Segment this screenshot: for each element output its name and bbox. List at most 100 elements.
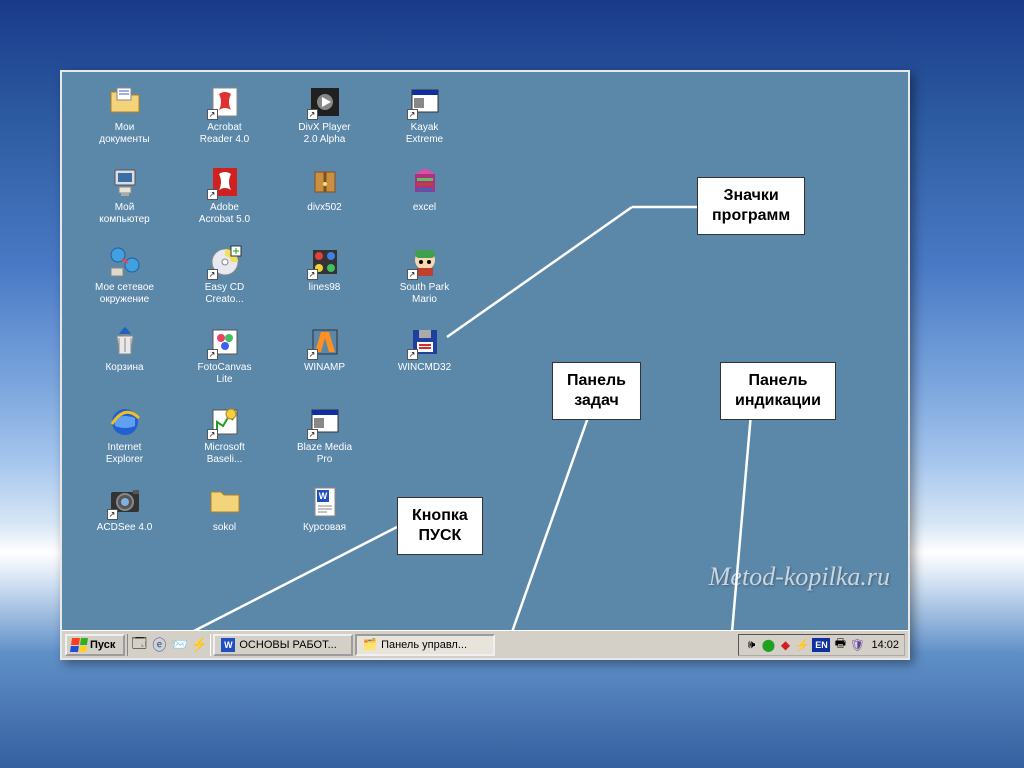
app-window-icon: ↗: [307, 404, 343, 440]
icon-label: excel: [413, 202, 436, 214]
icon-label: Корзина: [105, 362, 143, 374]
my-computer-icon: [107, 164, 143, 200]
icon-label: sokol: [213, 522, 236, 534]
desktop-icon-Easy CD[interactable]: ↗Easy CD Creato...: [177, 244, 272, 322]
shortcut-arrow-icon: ↗: [207, 429, 218, 440]
taskbar-task-2[interactable]: 🗂️ Панель управл...: [355, 634, 495, 656]
icon-label: divx502: [307, 202, 341, 214]
taskbar-task-1[interactable]: W ОСНОВЫ РАБОТ...: [213, 634, 353, 656]
desktop-area[interactable]: Мои документы ↗Acrobat Reader 4.0↗DivX Pl…: [62, 72, 908, 630]
baseline-icon: ↗: [207, 404, 243, 440]
tray-icon-2[interactable]: ⬤: [761, 638, 775, 652]
tray-icon-4[interactable]: ⚡: [795, 638, 809, 652]
divx-player-icon: ↗: [307, 84, 343, 120]
task-label: ОСНОВЫ РАБОТ...: [239, 639, 336, 651]
ie-quick-icon[interactable]: ⓔ: [151, 637, 167, 653]
desktop-icon-Мой[interactable]: Мой компьютер: [77, 164, 172, 242]
desktop-icon-Курсовая[interactable]: W Курсовая: [277, 484, 372, 562]
network-icon: [107, 244, 143, 280]
desktop-icon-Adobe[interactable]: ↗ Adobe Acrobat 5.0: [177, 164, 272, 242]
callout-programs: Значки программ: [697, 177, 805, 235]
desktop-icon-divx502[interactable]: divx502: [277, 164, 372, 242]
show-desktop-icon[interactable]: 🗔: [131, 637, 147, 653]
shortcut-arrow-icon: ↗: [307, 429, 318, 440]
desktop-icon-Acrobat[interactable]: ↗Acrobat Reader 4.0: [177, 84, 272, 162]
recycle-icon: [107, 324, 143, 360]
desktop-icon-excel[interactable]: excel: [377, 164, 472, 242]
callout-tray: Панель индикации: [720, 362, 836, 420]
desktop-icon-Microsoft[interactable]: ↗ Microsoft Baseli...: [177, 404, 272, 482]
tray-icon-3[interactable]: ◆: [778, 638, 792, 652]
icon-label: Мое сетевое окружение: [95, 282, 154, 306]
icon-label: Мой компьютер: [99, 202, 149, 226]
clock[interactable]: 14:02: [871, 639, 899, 651]
acrobat-icon: ↗: [207, 84, 243, 120]
shortcut-arrow-icon: ↗: [407, 109, 418, 120]
desktop-icon-WINAMP[interactable]: ↗ WINAMP: [277, 324, 372, 402]
shortcut-arrow-icon: ↗: [207, 189, 218, 200]
desktop-icon-lines98[interactable]: ↗ lines98: [277, 244, 372, 322]
watermark-text: Metod-kopilka.ru: [709, 562, 890, 592]
icon-label: Microsoft Baseli...: [204, 442, 245, 466]
shortcut-arrow-icon: ↗: [307, 349, 318, 360]
folder-icon: [207, 484, 243, 520]
callout-start: Кнопка ПУСК: [397, 497, 483, 555]
icon-label: WINCMD32: [398, 362, 451, 374]
icon-label: Курсовая: [303, 522, 346, 534]
shortcut-arrow-icon: ↗: [207, 109, 218, 120]
icon-label: WINAMP: [304, 362, 345, 374]
shortcut-arrow-icon: ↗: [407, 269, 418, 280]
quick-launch: 🗔 ⓔ 📨 ⚡: [127, 634, 211, 656]
control-panel-icon: 🗂️: [363, 638, 377, 651]
desktop-icon-ACDSee 4.0[interactable]: ↗ACDSee 4.0: [77, 484, 172, 562]
desktop-icon-Kayak[interactable]: ↗Kayak Extreme: [377, 84, 472, 162]
desktop-icon-WINCMD32[interactable]: ↗ WINCMD32: [377, 324, 472, 402]
icon-label: Blaze Media Pro: [297, 442, 352, 466]
callout-taskbar: Панель задач: [552, 362, 641, 420]
word-doc-icon: W: [307, 484, 343, 520]
shortcut-arrow-icon: ↗: [207, 269, 218, 280]
desktop-icon-South Park[interactable]: ↗South Park Mario: [377, 244, 472, 322]
lines-icon: ↗: [307, 244, 343, 280]
word-icon: W: [221, 638, 235, 652]
desktop-icon-Мои[interactable]: Мои документы: [77, 84, 172, 162]
start-button[interactable]: Пуск: [65, 634, 125, 656]
windows-flag-icon: [70, 638, 88, 652]
desktop-icon-Корзина[interactable]: Корзина: [77, 324, 172, 402]
icon-label: FotoCanvas Lite: [198, 362, 252, 386]
task-label: Панель управл...: [381, 639, 467, 651]
floppy-icon: ↗: [407, 324, 443, 360]
taskbar: Пуск 🗔 ⓔ 📨 ⚡ W ОСНОВЫ РАБОТ... 🗂️ Панель…: [62, 630, 908, 658]
desktop-icon-Blaze Media[interactable]: ↗ Blaze Media Pro: [277, 404, 372, 482]
icon-label: lines98: [309, 282, 341, 294]
ie-icon: [107, 404, 143, 440]
shortcut-arrow-icon: ↗: [307, 109, 318, 120]
icon-label: Мои документы: [99, 122, 150, 146]
winamp-quick-icon[interactable]: ⚡: [191, 637, 207, 653]
fotocanvas-icon: ↗: [207, 324, 243, 360]
desktop-icon-Мое сетевое[interactable]: Мое сетевое окружение: [77, 244, 172, 322]
language-indicator[interactable]: EN: [812, 638, 830, 652]
outlook-quick-icon[interactable]: 📨: [171, 637, 187, 653]
tray-icon-1[interactable]: 🕪: [744, 638, 758, 652]
shortcut-arrow-icon: ↗: [307, 269, 318, 280]
desktop-icon-Internet[interactable]: Internet Explorer: [77, 404, 172, 482]
desktop-icon-FotoCanvas[interactable]: ↗ FotoCanvas Lite: [177, 324, 272, 402]
start-button-label: Пуск: [90, 639, 115, 651]
winrar-icon: [407, 164, 443, 200]
acrobat-red-icon: ↗: [207, 164, 243, 200]
archive-icon: [307, 164, 343, 200]
icon-label: Adobe Acrobat 5.0: [199, 202, 250, 226]
desktop-icon-sokol[interactable]: sokol: [177, 484, 272, 562]
system-tray[interactable]: 🕪 ⬤ ◆ ⚡ EN 🖶 🛡 14:02: [738, 634, 905, 656]
desktop-icons-grid: Мои документы ↗Acrobat Reader 4.0↗DivX Pl…: [77, 84, 472, 562]
desktop-screenshot: Мои документы ↗Acrobat Reader 4.0↗DivX Pl…: [60, 70, 910, 660]
acdsee-icon: ↗: [107, 484, 143, 520]
desktop-icon-DivX Player[interactable]: ↗DivX Player 2.0 Alpha: [277, 84, 372, 162]
svg-text:W: W: [318, 491, 327, 501]
tray-icon-6[interactable]: 🛡: [850, 638, 864, 652]
folder-docs-icon: [107, 84, 143, 120]
tray-icon-5[interactable]: 🖶: [833, 638, 847, 652]
cd-icon: ↗: [207, 244, 243, 280]
shortcut-arrow-icon: ↗: [207, 349, 218, 360]
